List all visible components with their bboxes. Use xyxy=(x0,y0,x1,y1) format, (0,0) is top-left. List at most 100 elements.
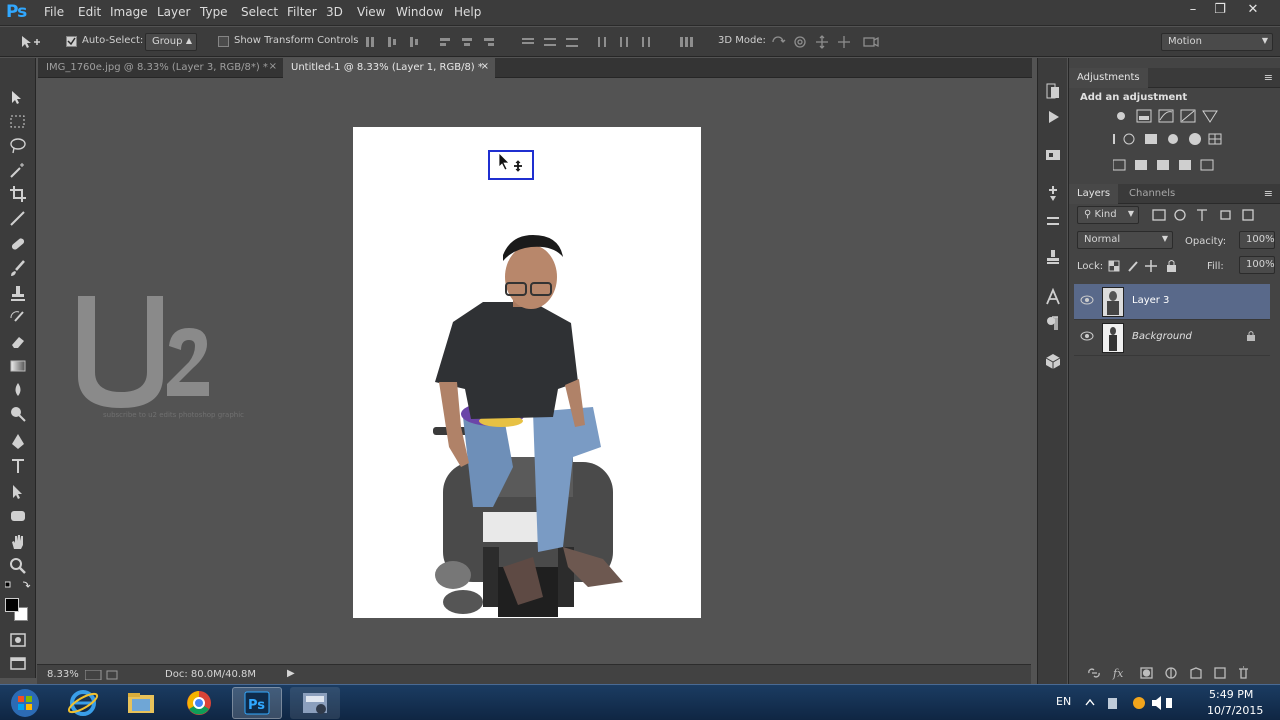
menu-image[interactable]: Image xyxy=(110,5,148,19)
lock-options-icons[interactable] xyxy=(1107,259,1179,273)
foreground-color-swatch[interactable] xyxy=(5,598,19,612)
shape-tool-icon[interactable] xyxy=(8,506,28,526)
visibility-eye-icon[interactable] xyxy=(1080,331,1094,341)
actions-play-icon[interactable] xyxy=(1044,108,1062,126)
layer-thumbnail xyxy=(1102,287,1124,317)
brush-tool-icon[interactable] xyxy=(8,258,28,278)
auto-select-target-value: Group xyxy=(152,36,183,47)
properties-panel-icon[interactable] xyxy=(1044,146,1062,164)
menu-3d[interactable]: 3D xyxy=(326,5,343,19)
transform-controls-checkbox[interactable] xyxy=(218,36,229,47)
paragraph-panel-icon[interactable] xyxy=(1044,314,1062,332)
move-tool-preset-icon[interactable] xyxy=(20,35,40,49)
pen-tool-icon[interactable] xyxy=(8,432,28,452)
chrome-icon[interactable] xyxy=(174,687,224,719)
layers-panel-footer-icons[interactable]: fx xyxy=(1087,666,1272,680)
healing-brush-tool-icon[interactable] xyxy=(8,234,28,254)
auto-select-checkbox[interactable] xyxy=(66,36,77,47)
workspace-value: Motion xyxy=(1168,36,1202,47)
zoom-tool-icon[interactable] xyxy=(8,556,28,576)
canvas-area[interactable]: subscribe to u2 edits photoshop graphic xyxy=(37,79,1031,664)
layer-name[interactable]: Background xyxy=(1132,331,1192,342)
dodge-tool-icon[interactable] xyxy=(8,404,28,424)
magic-wand-tool-icon[interactable] xyxy=(8,160,28,180)
menu-filter[interactable]: Filter xyxy=(287,5,317,19)
collapsed-panels-strip xyxy=(1037,58,1067,684)
photoshop-logo: Ps xyxy=(6,2,27,22)
close-icon[interactable]: ✕ xyxy=(1240,2,1266,20)
eraser-tool-icon[interactable] xyxy=(8,332,28,352)
blend-mode-dropdown[interactable]: Normal ▼ xyxy=(1077,231,1173,249)
layer-row-layer-3[interactable]: Layer 3 xyxy=(1074,284,1270,320)
clone-source-icon[interactable] xyxy=(1044,248,1062,266)
hand-tool-icon[interactable] xyxy=(8,532,28,552)
history-brush-tool-icon[interactable] xyxy=(8,308,28,328)
swap-colors-icon[interactable] xyxy=(5,580,31,590)
kind-filter-value: Kind xyxy=(1094,209,1117,220)
auto-select-target-dropdown[interactable]: Group ▲︎ xyxy=(145,33,197,51)
panel-menu-icon[interactable]: ≡ xyxy=(1264,187,1273,200)
minimize-icon[interactable]: – xyxy=(1180,2,1206,20)
type-tool-icon[interactable] xyxy=(8,456,28,476)
crop-tool-icon[interactable] xyxy=(8,184,28,204)
history-panel-icon[interactable] xyxy=(1044,82,1062,100)
fill-input[interactable]: 100% xyxy=(1239,256,1275,274)
menu-edit[interactable]: Edit xyxy=(78,5,101,19)
internet-explorer-icon[interactable] xyxy=(58,687,108,719)
photoshop-taskbar-icon[interactable]: Ps xyxy=(232,687,282,719)
status-icons[interactable] xyxy=(85,670,119,680)
menu-file[interactable]: File xyxy=(44,5,64,19)
tab-img-1760e[interactable]: IMG_1760e.jpg @ 8.33% (Layer 3, RGB/8*) … xyxy=(38,58,283,78)
tool-presets-icon[interactable] xyxy=(1044,212,1062,230)
opacity-input[interactable]: 100% xyxy=(1239,231,1275,249)
menu-type[interactable]: Type xyxy=(200,5,228,19)
lock-label: Lock: xyxy=(1077,261,1104,272)
menu-layer[interactable]: Layer xyxy=(157,5,190,19)
close-tab-icon[interactable]: × xyxy=(269,61,277,72)
document-canvas[interactable] xyxy=(353,127,701,618)
lasso-tool-icon[interactable] xyxy=(8,136,28,156)
visibility-eye-icon[interactable] xyxy=(1080,295,1094,305)
screen-mode-icon[interactable] xyxy=(8,654,28,674)
brush-panel-icon[interactable] xyxy=(1044,184,1062,202)
3d-panel-icon[interactable] xyxy=(1044,352,1062,370)
file-explorer-icon[interactable] xyxy=(116,687,166,719)
blur-tool-icon[interactable] xyxy=(8,380,28,400)
layer-row-background[interactable]: Background xyxy=(1074,320,1270,356)
clone-stamp-tool-icon[interactable] xyxy=(8,284,28,304)
menu-view[interactable]: View xyxy=(357,5,385,19)
svg-text:Ps: Ps xyxy=(248,698,265,713)
face-shape xyxy=(505,245,557,309)
tab-adjustments[interactable]: Adjustments xyxy=(1069,68,1148,88)
clock-time[interactable]: 5:49 PM xyxy=(1209,688,1253,701)
system-tray-icons[interactable] xyxy=(1084,695,1174,711)
start-button-icon[interactable] xyxy=(2,687,48,719)
eyedropper-tool-icon[interactable] xyxy=(8,208,28,228)
tab-channels[interactable]: Channels xyxy=(1121,184,1183,204)
clock-date[interactable]: 10/7/2015 xyxy=(1207,704,1263,717)
menu-window[interactable]: Window xyxy=(396,5,443,19)
workspace-switcher[interactable]: Motion ▼ xyxy=(1161,33,1273,51)
move-tool-icon[interactable] xyxy=(8,88,28,108)
gradient-tool-icon[interactable] xyxy=(8,356,28,376)
menu-help[interactable]: Help xyxy=(454,5,481,19)
menu-select[interactable]: Select xyxy=(241,5,278,19)
marquee-tool-icon[interactable] xyxy=(8,112,28,132)
panel-menu-icon[interactable]: ≡ xyxy=(1264,71,1273,84)
zoom-level[interactable]: 8.33% xyxy=(47,669,79,680)
layer-kind-filter[interactable]: ⚲ Kind ▼ xyxy=(1077,206,1139,224)
screen-recorder-icon[interactable] xyxy=(290,687,340,719)
character-panel-icon[interactable] xyxy=(1044,288,1062,306)
tab-layers[interactable]: Layers xyxy=(1069,184,1119,204)
3d-mode-icons[interactable] xyxy=(770,34,882,50)
adjustment-icons-grid[interactable] xyxy=(1113,108,1243,178)
language-indicator[interactable]: EN xyxy=(1056,695,1071,708)
quick-mask-icon[interactable] xyxy=(8,630,28,650)
tab-untitled-1[interactable]: Untitled-1 @ 8.33% (Layer 1, RGB/8) * × xyxy=(283,58,495,78)
restore-icon[interactable]: ❐ xyxy=(1207,2,1233,20)
layer-name[interactable]: Layer 3 xyxy=(1132,295,1169,306)
path-selection-tool-icon[interactable] xyxy=(8,482,28,502)
status-menu-arrow-icon[interactable]: ▶ xyxy=(287,668,295,679)
close-tab-icon[interactable]: × xyxy=(481,61,489,72)
layer-filter-icons[interactable] xyxy=(1149,208,1269,222)
